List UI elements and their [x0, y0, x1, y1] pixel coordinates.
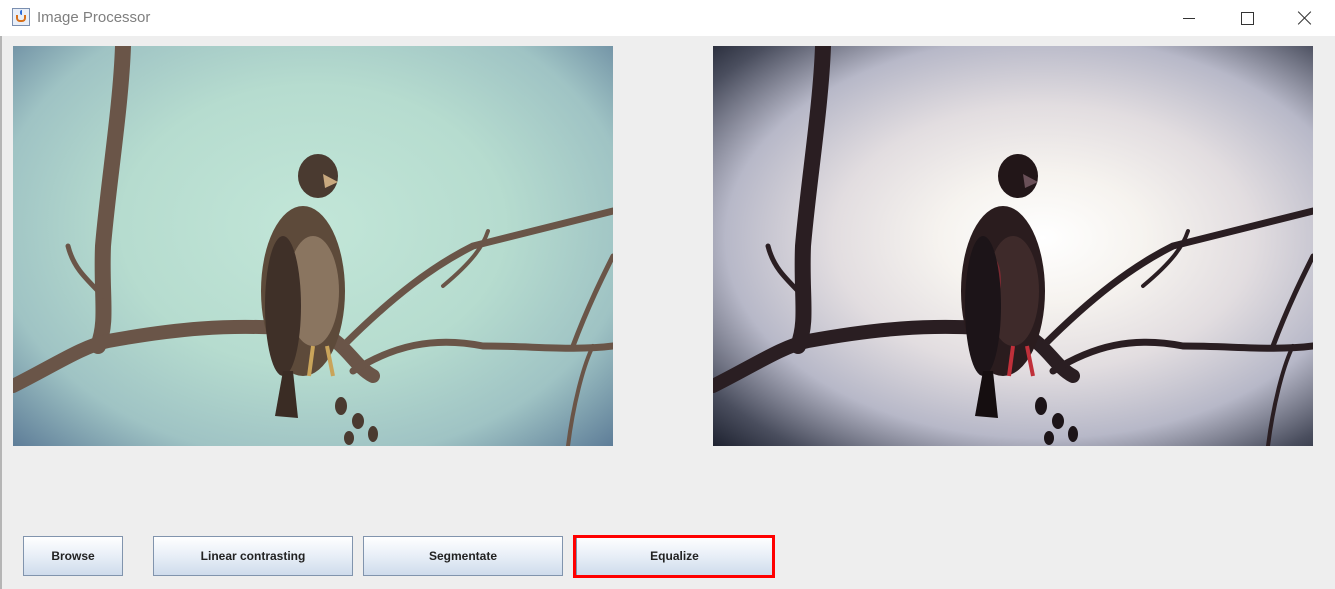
bird-on-branch-photo-equalized	[713, 46, 1313, 446]
browse-button[interactable]: Browse	[23, 536, 123, 576]
close-icon	[1298, 11, 1312, 25]
bird-on-branch-photo	[13, 46, 613, 446]
minimize-button[interactable]	[1160, 0, 1218, 36]
java-cup-icon	[12, 8, 30, 26]
title-bar: Image Processor	[0, 0, 1335, 36]
window-title: Image Processor	[37, 9, 151, 26]
equalize-button[interactable]: Equalize	[576, 536, 773, 576]
maximize-button[interactable]	[1218, 0, 1276, 36]
minimize-icon	[1183, 17, 1195, 19]
window-edge	[0, 36, 2, 589]
close-button[interactable]	[1276, 0, 1334, 36]
linear-contrasting-button[interactable]: Linear contrasting	[153, 536, 353, 576]
maximize-icon	[1240, 11, 1254, 25]
segmentate-button[interactable]: Segmentate	[363, 536, 563, 576]
original-image	[13, 46, 613, 446]
processed-image	[713, 46, 1313, 446]
